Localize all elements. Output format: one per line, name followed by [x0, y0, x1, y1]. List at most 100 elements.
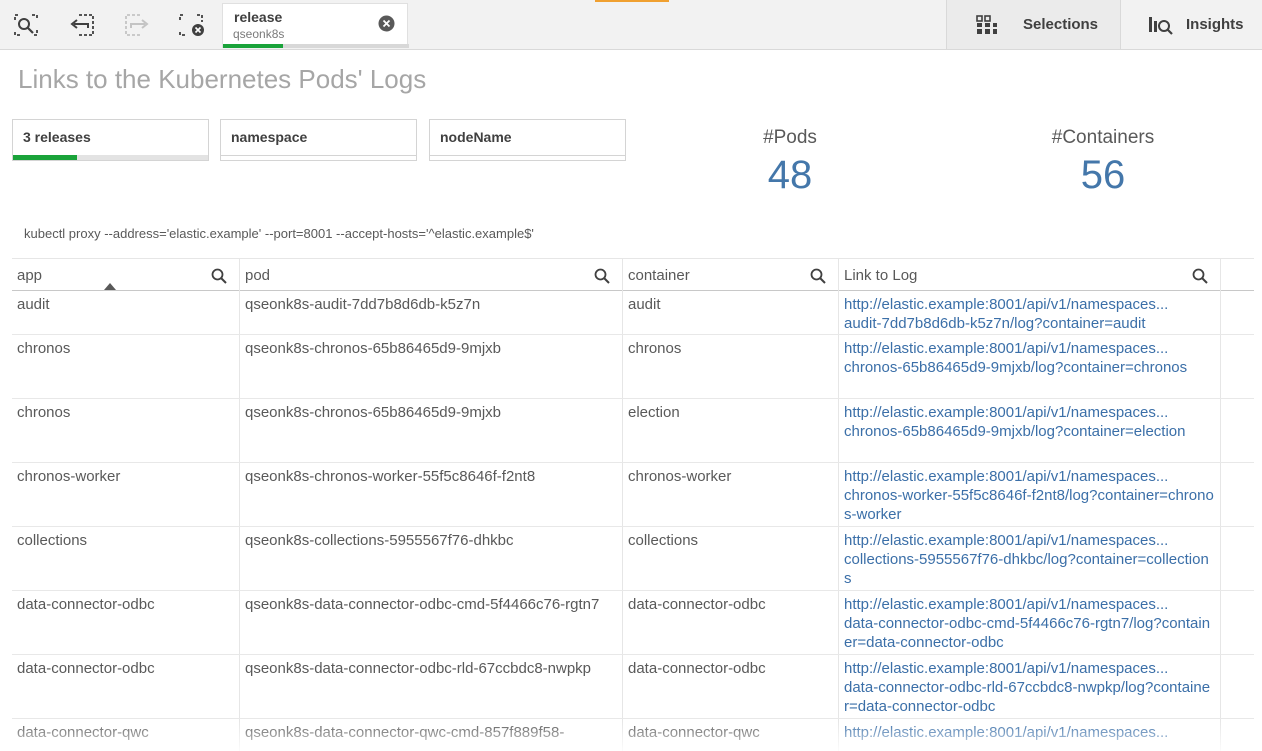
- cell-app[interactable]: data-connector-odbc: [12, 591, 240, 654]
- table-header: app pod container Link to Log: [12, 258, 1254, 291]
- cell-container[interactable]: chronos-worker: [623, 463, 839, 526]
- filter-selection-fill: [13, 155, 77, 160]
- insights-button[interactable]: Insights: [1120, 0, 1262, 49]
- kubectl-command-text: kubectl proxy --address='elastic.example…: [24, 226, 534, 241]
- log-link-rest: audit-7dd7b8d6db-k5z7n/log?container=aud…: [844, 315, 1146, 332]
- table-row[interactable]: audit qseonk8s-audit-7dd7b8d6db-k5z7n au…: [12, 291, 1254, 335]
- column-header-pod[interactable]: pod: [240, 259, 623, 291]
- cell-container[interactable]: data-connector-qwc: [623, 719, 839, 751]
- cell-container[interactable]: collections: [623, 527, 839, 590]
- cell-pod[interactable]: qseonk8s-chronos-65b86465d9-9mjxb: [240, 335, 623, 398]
- selection-tab-release[interactable]: release qseonk8s: [222, 3, 409, 48]
- log-link-rest: data-connector-odbc-cmd-5f4466c76-rgtn7/…: [844, 615, 1211, 651]
- log-link-first-line: http://elastic.example:8001/api/v1/names…: [844, 660, 1169, 677]
- cell-container[interactable]: audit: [623, 291, 839, 334]
- sort-ascending-icon: [104, 283, 116, 290]
- cell-pod[interactable]: qseonk8s-data-connector-qwc-cmd-857f889f…: [240, 719, 623, 751]
- log-link-first-line: http://elastic.example:8001/api/v1/names…: [844, 404, 1169, 421]
- filter-namespace[interactable]: namespace: [220, 119, 417, 161]
- cell-pod[interactable]: qseonk8s-collections-5955567f76-dhkbc: [240, 527, 623, 590]
- table-row[interactable]: chronos qseonk8s-chronos-65b86465d9-9mjx…: [12, 399, 1254, 463]
- cell-app[interactable]: data-connector-odbc: [12, 655, 240, 718]
- cell-container[interactable]: election: [623, 399, 839, 462]
- log-link[interactable]: http://elastic.example:8001/api/v1/names…: [839, 463, 1221, 526]
- insights-icon: [1149, 16, 1173, 35]
- column-header-label: Link to Log: [844, 267, 918, 284]
- log-link-rest: chronos-worker-55f5c8646f-f2nt8/log?cont…: [844, 487, 1214, 523]
- clear-selections-icon[interactable]: [177, 11, 207, 39]
- cell-app[interactable]: data-connector-qwc: [12, 719, 240, 751]
- cell-app[interactable]: chronos: [12, 399, 240, 462]
- filter-selection-bar: [430, 155, 625, 160]
- cell-pod[interactable]: qseonk8s-data-connector-odbc-cmd-5f4466c…: [240, 591, 623, 654]
- cell-pod[interactable]: qseonk8s-data-connector-odbc-rld-67ccbdc…: [240, 655, 623, 718]
- kpi-label: #Containers: [1051, 127, 1155, 148]
- filter-label: namespace: [231, 129, 308, 145]
- table-row[interactable]: chronos-worker qseonk8s-chronos-worker-5…: [12, 463, 1254, 527]
- cell-app[interactable]: chronos-worker: [12, 463, 240, 526]
- log-link-rest: collections-5955567f76-dhkbc/log?contain…: [844, 551, 1209, 587]
- log-link-rest: chronos-65b86465d9-9mjxb/log?container=e…: [844, 423, 1186, 440]
- filter-selection-bar: [221, 155, 416, 160]
- selections-button[interactable]: Selections: [946, 0, 1120, 49]
- column-header-label: container: [628, 267, 690, 284]
- cell-app[interactable]: audit: [12, 291, 240, 334]
- filter-label: 3 releases: [23, 129, 91, 145]
- kpi-value: 56: [1080, 153, 1126, 197]
- column-header-container[interactable]: container: [623, 259, 839, 291]
- search-icon[interactable]: [810, 268, 826, 284]
- search-icon[interactable]: [594, 268, 610, 284]
- log-link[interactable]: http://elastic.example:8001/api/v1/names…: [839, 399, 1221, 462]
- log-link[interactable]: http://elastic.example:8001/api/v1/names…: [839, 291, 1221, 334]
- selection-tab-title: release: [234, 9, 283, 25]
- log-link-first-line: http://elastic.example:8001/api/v1/names…: [844, 468, 1169, 485]
- log-link[interactable]: http://elastic.example:8001/api/v1/names…: [839, 527, 1221, 590]
- log-link[interactable]: http://elastic.example:8001/api/v1/names…: [839, 719, 1221, 751]
- log-link[interactable]: http://elastic.example:8001/api/v1/names…: [839, 655, 1221, 718]
- kpi-pods: #Pods 48: [730, 127, 850, 198]
- cell-container[interactable]: chronos: [623, 335, 839, 398]
- smart-search-icon[interactable]: [11, 11, 41, 39]
- log-link-first-line: http://elastic.example:8001/api/v1/names…: [844, 296, 1169, 313]
- filter-release[interactable]: 3 releases: [12, 119, 209, 161]
- selection-tab-progress-fill: [223, 44, 283, 48]
- kpi-value: 48: [767, 153, 813, 197]
- top-accent-marker: [595, 0, 669, 2]
- filter-nodename[interactable]: nodeName: [429, 119, 626, 161]
- step-back-icon[interactable]: [67, 11, 97, 39]
- table-row[interactable]: data-connector-odbc qseonk8s-data-connec…: [12, 591, 1254, 655]
- cell-pod[interactable]: qseonk8s-audit-7dd7b8d6db-k5z7n: [240, 291, 623, 334]
- cell-pod[interactable]: qseonk8s-chronos-65b86465d9-9mjxb: [240, 399, 623, 462]
- table-row[interactable]: collections qseonk8s-collections-5955567…: [12, 527, 1254, 591]
- selections-icon: [976, 14, 997, 34]
- pods-table: app pod container Link to Log audit qseo…: [12, 258, 1254, 751]
- column-header-app[interactable]: app: [12, 259, 240, 291]
- step-forward-icon[interactable]: [122, 11, 152, 39]
- insights-label: Insights: [1186, 16, 1244, 33]
- close-icon[interactable]: [378, 15, 395, 32]
- log-link-first-line: http://elastic.example:8001/api/v1/names…: [844, 340, 1169, 357]
- log-link[interactable]: http://elastic.example:8001/api/v1/names…: [839, 335, 1221, 398]
- column-header-link-to-log[interactable]: Link to Log: [839, 259, 1221, 291]
- table-row[interactable]: data-connector-qwc qseonk8s-data-connect…: [12, 719, 1254, 751]
- table-row[interactable]: data-connector-odbc qseonk8s-data-connec…: [12, 655, 1254, 719]
- search-icon[interactable]: [1192, 268, 1208, 284]
- log-link-rest: data-connector-odbc-rld-67ccbdc8-nwpkp/l…: [844, 679, 1211, 715]
- kpi-label: #Pods: [763, 127, 817, 148]
- sheet-title: Links to the Kubernetes Pods' Logs: [18, 64, 427, 94]
- search-icon[interactable]: [211, 268, 227, 284]
- log-link-first-line: http://elastic.example:8001/api/v1/names…: [844, 596, 1169, 613]
- log-link-first-line: http://elastic.example:8001/api/v1/names…: [844, 724, 1169, 741]
- cell-container[interactable]: data-connector-odbc: [623, 655, 839, 718]
- log-link[interactable]: http://elastic.example:8001/api/v1/names…: [839, 591, 1221, 654]
- table-row[interactable]: chronos qseonk8s-chronos-65b86465d9-9mjx…: [12, 335, 1254, 399]
- log-link-first-line: http://elastic.example:8001/api/v1/names…: [844, 532, 1169, 549]
- cell-app[interactable]: chronos: [12, 335, 240, 398]
- filter-label: nodeName: [440, 129, 512, 145]
- selections-label: Selections: [1023, 16, 1099, 33]
- column-header-label: app: [17, 267, 43, 284]
- cell-app[interactable]: collections: [12, 527, 240, 590]
- selection-tab-progress: [223, 44, 409, 48]
- cell-container[interactable]: data-connector-odbc: [623, 591, 839, 654]
- cell-pod[interactable]: qseonk8s-chronos-worker-55f5c8646f-f2nt8: [240, 463, 623, 526]
